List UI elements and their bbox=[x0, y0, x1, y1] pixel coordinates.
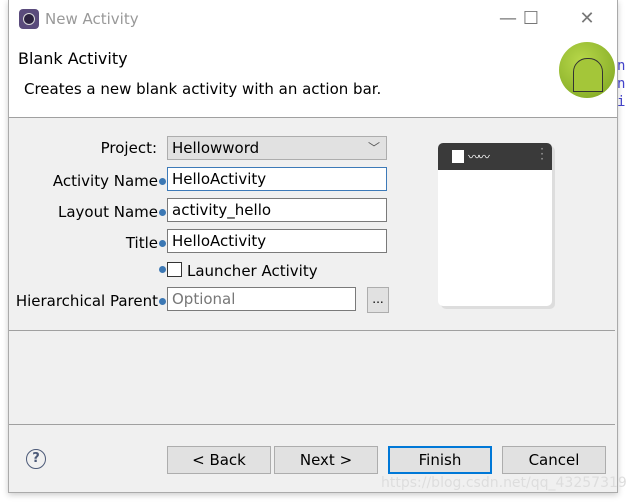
launcher-activity-label: Launcher Activity bbox=[187, 262, 318, 280]
cancel-button[interactable]: Cancel bbox=[502, 446, 606, 474]
info-icon bbox=[159, 298, 166, 305]
title-input[interactable]: HelloActivity bbox=[167, 229, 387, 253]
android-icon bbox=[559, 42, 615, 98]
launcher-activity-checkbox[interactable] bbox=[167, 262, 182, 277]
project-value: Hellowword bbox=[172, 139, 260, 157]
watermark: https://blog.csdn.net/qq_43257319 bbox=[381, 475, 627, 491]
hierarchical-parent-input[interactable]: Optional bbox=[167, 287, 356, 311]
back-button[interactable]: < Back bbox=[167, 446, 271, 474]
activity-name-label-text: Activity Name bbox=[52, 172, 158, 190]
finish-button[interactable]: Finish bbox=[388, 446, 492, 474]
layout-name-label: Layout Name bbox=[9, 203, 166, 221]
activity-name-label: Activity Name bbox=[9, 172, 166, 190]
chevron-down-icon: ﹀ bbox=[367, 141, 380, 155]
divider bbox=[9, 330, 615, 331]
info-icon bbox=[159, 240, 166, 247]
project-select[interactable]: Hellowword ﹀ bbox=[167, 136, 387, 160]
layout-name-label-text: Layout Name bbox=[57, 203, 158, 221]
background-code-text: n bbox=[617, 76, 626, 92]
wizard-header: Blank Activity Creates a new blank activ… bbox=[9, 38, 617, 118]
project-label: Project: bbox=[100, 139, 157, 157]
maximize-button[interactable]: ☐ bbox=[516, 6, 546, 32]
action-bar-preview: 〰〰 · · · bbox=[438, 143, 552, 170]
next-button[interactable]: Next > bbox=[274, 446, 378, 474]
activity-name-input[interactable]: HelloActivity bbox=[167, 167, 387, 191]
title-label-text: Title bbox=[125, 234, 158, 252]
info-icon bbox=[159, 266, 166, 273]
info-icon bbox=[159, 178, 166, 185]
close-button[interactable]: ✕ bbox=[572, 6, 602, 32]
divider bbox=[9, 424, 615, 425]
background-code-text: i bbox=[617, 94, 626, 110]
layout-name-input[interactable]: activity_hello bbox=[167, 198, 387, 222]
help-icon[interactable]: ? bbox=[26, 449, 46, 469]
overflow-menu-icon: · · · bbox=[540, 143, 544, 166]
hierarchical-parent-label-text: Hierarchical Parent bbox=[15, 292, 158, 310]
page-title: Blank Activity bbox=[18, 49, 128, 68]
info-icon bbox=[159, 209, 166, 216]
background-code-text: n bbox=[617, 58, 626, 74]
hierarchical-parent-label: Hierarchical Parent bbox=[9, 292, 166, 310]
browse-button[interactable]: ... bbox=[367, 287, 389, 313]
title-bar: New Activity — ☐ ✕ bbox=[9, 0, 617, 38]
new-activity-dialog: New Activity — ☐ ✕ Blank Activity Create… bbox=[8, 0, 627, 493]
title-label: Title bbox=[9, 234, 166, 252]
activity-preview: 〰〰 · · · bbox=[438, 143, 552, 306]
window-title: New Activity bbox=[45, 10, 139, 28]
app-icon-placeholder bbox=[452, 150, 464, 163]
eclipse-icon bbox=[19, 9, 39, 29]
page-description: Creates a new blank activity with an act… bbox=[24, 80, 382, 98]
title-placeholder-icon: 〰〰 bbox=[468, 150, 490, 164]
